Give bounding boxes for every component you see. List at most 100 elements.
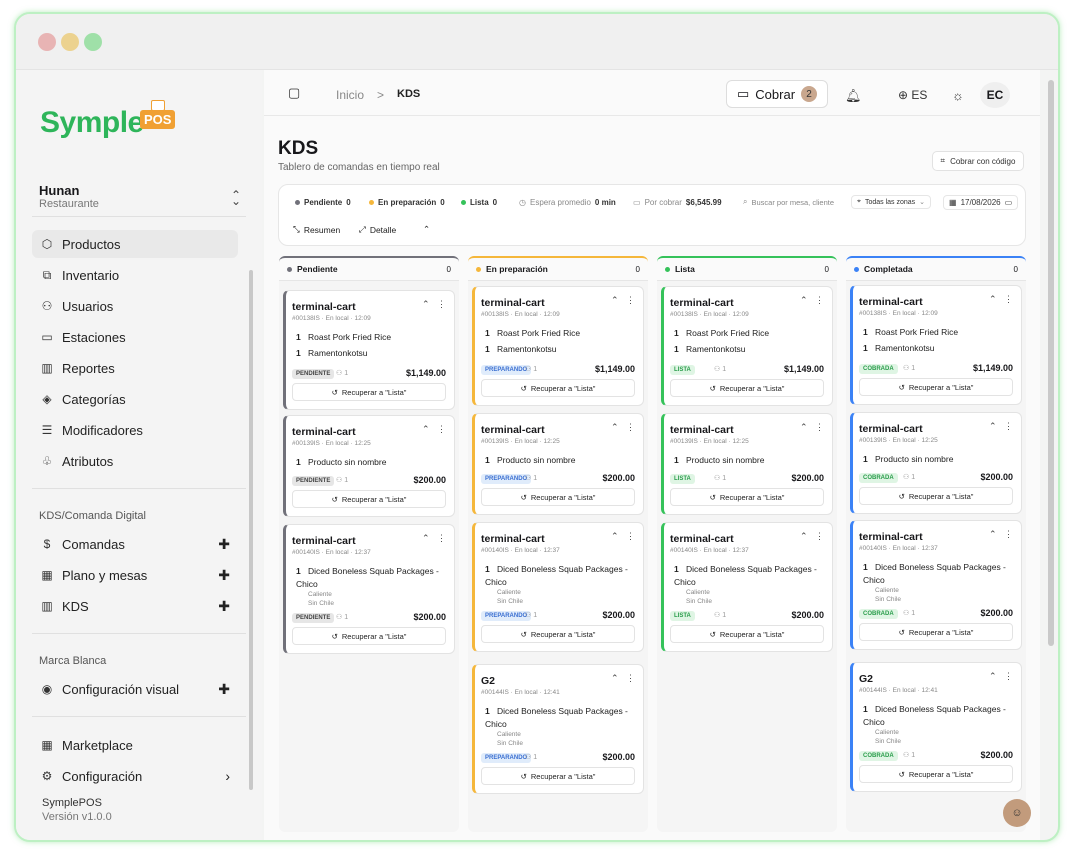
minimize-window-button[interactable] bbox=[61, 33, 79, 51]
order-card[interactable]: terminal-cart #00138IS · En local · 12:09… bbox=[850, 285, 1022, 405]
order-item: 1 Diced Boneless Squab Packages - Chico bbox=[296, 565, 446, 591]
chevron-up-icon[interactable]: ⌃ bbox=[800, 295, 808, 305]
order-card[interactable]: terminal-cart #00139IS · En local · 12:25… bbox=[661, 413, 833, 515]
order-card[interactable]: terminal-cart #00140IS · En local · 12:37… bbox=[283, 524, 455, 654]
resumen-button[interactable]: ⤡ Resumen bbox=[293, 224, 340, 235]
maximize-window-button[interactable] bbox=[84, 33, 102, 51]
chevron-up-icon[interactable]: ⌃ bbox=[611, 673, 619, 683]
chevron-up-icon[interactable]: ⌃ bbox=[989, 529, 997, 539]
sidebar-toggle-icon[interactable]: ▢ bbox=[288, 85, 300, 101]
filter-lista[interactable]: Lista 0 bbox=[461, 198, 497, 207]
recover-button[interactable]: ↺ Recuperar a "Lista" bbox=[859, 623, 1013, 641]
chevron-up-icon[interactable]: ⌃ bbox=[989, 294, 997, 304]
sidebar-item-marketplace[interactable]: ▦ Marketplace bbox=[32, 731, 238, 759]
sidebar-item-productos[interactable]: ⬡ Productos bbox=[32, 230, 238, 258]
more-vertical-icon[interactable]: ⋮ bbox=[815, 295, 824, 305]
order-card[interactable]: terminal-cart #00140IS · En local · 12:37… bbox=[850, 520, 1022, 650]
order-meta: #00140IS · En local · 12:37 bbox=[292, 549, 371, 556]
more-vertical-icon[interactable]: ⋮ bbox=[815, 531, 824, 541]
order-card[interactable]: terminal-cart #00138IS · En local · 12:09… bbox=[661, 286, 833, 406]
recover-button[interactable]: ↺ Recuperar a "Lista" bbox=[481, 625, 635, 643]
sidebar-item-reportes[interactable]: ▥ Reportes bbox=[32, 354, 238, 382]
chevron-up-icon[interactable]: ⌃ bbox=[800, 531, 808, 541]
more-vertical-icon[interactable]: ⋮ bbox=[626, 422, 635, 432]
collapse-filters-icon[interactable]: ⌃ bbox=[423, 224, 430, 235]
more-vertical-icon[interactable]: ⋮ bbox=[1004, 294, 1013, 304]
recover-button[interactable]: ↺ Recuperar a "Lista" bbox=[859, 378, 1013, 396]
recover-button[interactable]: ↺ Recuperar a "Lista" bbox=[670, 488, 824, 506]
search-input[interactable]: ⌕ Buscar por mesa, cliente bbox=[743, 195, 843, 209]
users-icon: ⚇ bbox=[336, 614, 343, 621]
sidebar-item-config-visual[interactable]: ◉ Configuración visual ✚ bbox=[32, 675, 238, 703]
recover-button[interactable]: ↺ Recuperar a "Lista" bbox=[670, 625, 824, 643]
chevron-up-icon[interactable]: ⌃ bbox=[611, 531, 619, 541]
cobrar-con-codigo-button[interactable]: ⌗ Cobrar con código bbox=[932, 151, 1024, 171]
order-card[interactable]: terminal-cart #00139IS · En local · 12:25… bbox=[472, 413, 644, 515]
sidebar-item-estaciones[interactable]: ▭ Estaciones bbox=[32, 323, 238, 351]
recover-label: Recuperar a "Lista" bbox=[908, 491, 974, 501]
more-vertical-icon[interactable]: ⋮ bbox=[1004, 671, 1013, 681]
recover-button[interactable]: ↺ Recuperar a "Lista" bbox=[292, 383, 446, 401]
order-card[interactable]: terminal-cart #00138IS · En local · 12:09… bbox=[472, 286, 644, 406]
order-card[interactable]: terminal-cart #00140IS · En local · 12:37… bbox=[472, 522, 644, 652]
order-card[interactable]: terminal-cart #00138IS · En local · 12:09… bbox=[283, 290, 455, 410]
more-vertical-icon[interactable]: ⋮ bbox=[437, 299, 446, 309]
detalle-button[interactable]: ⤢ Detalle bbox=[359, 224, 396, 235]
recover-button[interactable]: ↺ Recuperar a "Lista" bbox=[481, 488, 635, 506]
main-scrollbar[interactable] bbox=[1048, 80, 1054, 646]
sidebar-item-usuarios[interactable]: ⚇ Usuarios bbox=[32, 292, 238, 320]
chevron-up-icon[interactable]: ⌃ bbox=[611, 422, 619, 432]
zone-label: Todas las zonas bbox=[864, 198, 916, 206]
recover-button[interactable]: ↺ Recuperar a "Lista" bbox=[292, 490, 446, 508]
chevron-up-icon[interactable]: ⌃ bbox=[422, 533, 430, 543]
order-card[interactable]: terminal-cart #00139IS · En local · 12:25… bbox=[850, 412, 1022, 514]
recover-button[interactable]: ↺ Recuperar a "Lista" bbox=[481, 767, 635, 785]
sidebar-item-atributos[interactable]: ♧ Atributos bbox=[32, 447, 238, 475]
sidebar-item-kds[interactable]: ▥ KDS ✚ bbox=[32, 592, 238, 620]
chevron-up-icon[interactable]: ⌃ bbox=[422, 424, 430, 434]
zone-select[interactable]: ⌖ Todas las zonas ⌄ bbox=[851, 195, 932, 209]
sidebar-scrollbar[interactable] bbox=[249, 270, 253, 790]
recover-button[interactable]: ↺ Recuperar a "Lista" bbox=[859, 487, 1013, 505]
avatar[interactable]: EC bbox=[980, 82, 1010, 108]
chevron-up-icon[interactable]: ⌃ bbox=[800, 422, 808, 432]
filter-pendiente[interactable]: Pendiente 0 bbox=[295, 198, 351, 207]
more-vertical-icon[interactable]: ⋮ bbox=[437, 533, 446, 543]
recover-button[interactable]: ↺ Recuperar a "Lista" bbox=[859, 765, 1013, 783]
order-card[interactable]: G2 #00144IS · En local · 12:41 ⌃ ⋮ 1 Diced B… bbox=[472, 664, 644, 794]
chevron-up-icon[interactable]: ⌃ bbox=[611, 295, 619, 305]
recover-button[interactable]: ↺ Recuperar a "Lista" bbox=[481, 379, 635, 397]
order-card[interactable]: G2 #00144IS · En local · 12:41 ⌃ ⋮ 1 Diced B… bbox=[850, 662, 1022, 792]
order-card[interactable]: terminal-cart #00140IS · En local · 12:37… bbox=[661, 522, 833, 652]
filter-preparacion[interactable]: En preparación 0 bbox=[369, 198, 445, 207]
recover-button[interactable]: ↺ Recuperar a "Lista" bbox=[292, 627, 446, 645]
more-vertical-icon[interactable]: ⋮ bbox=[626, 531, 635, 541]
sidebar-item-label: Reportes bbox=[62, 360, 115, 376]
close-window-button[interactable] bbox=[38, 33, 56, 51]
sidebar-item-modificadores[interactable]: ☰ Modificadores bbox=[32, 416, 238, 444]
more-vertical-icon[interactable]: ⋮ bbox=[1004, 421, 1013, 431]
sidebar-item-comandas[interactable]: $ Comandas ✚ bbox=[32, 530, 238, 558]
more-vertical-icon[interactable]: ⋮ bbox=[815, 422, 824, 432]
more-vertical-icon[interactable]: ⋮ bbox=[437, 424, 446, 434]
recover-button[interactable]: ↺ Recuperar a "Lista" bbox=[670, 379, 824, 397]
users-icon: ⚇ bbox=[903, 752, 910, 759]
sidebar-item-plano-mesas[interactable]: ▦ Plano y mesas ✚ bbox=[32, 561, 238, 589]
language-button[interactable]: ⊕ ES bbox=[898, 88, 927, 102]
sidebar-item-configuracion[interactable]: ⚙ Configuración › bbox=[32, 762, 238, 790]
chevron-up-icon[interactable]: ⌃ bbox=[989, 671, 997, 681]
breadcrumb-home[interactable]: Inicio bbox=[336, 88, 364, 102]
support-bot-button[interactable]: ☺ bbox=[1003, 799, 1031, 827]
more-vertical-icon[interactable]: ⋮ bbox=[626, 295, 635, 305]
order-card[interactable]: terminal-cart #00139IS · En local · 12:25… bbox=[283, 415, 455, 517]
more-vertical-icon[interactable]: ⋮ bbox=[1004, 529, 1013, 539]
date-picker[interactable]: ▦ 17/08/2026 ▭ bbox=[943, 195, 1019, 210]
more-vertical-icon[interactable]: ⋮ bbox=[626, 673, 635, 683]
sidebar-item-categorias[interactable]: ◈ Categorías bbox=[32, 385, 238, 413]
sidebar-item-inventario[interactable]: ⧉ Inventario bbox=[32, 261, 238, 289]
cobrar-button[interactable]: ▭ Cobrar 2 bbox=[726, 80, 828, 108]
chevron-up-icon[interactable]: ⌃ bbox=[989, 421, 997, 431]
chevron-up-icon[interactable]: ⌃ bbox=[422, 299, 430, 309]
theme-toggle-icon[interactable]: ☼ bbox=[952, 88, 964, 103]
bell-icon[interactable]: 🔔︎ bbox=[845, 88, 862, 104]
